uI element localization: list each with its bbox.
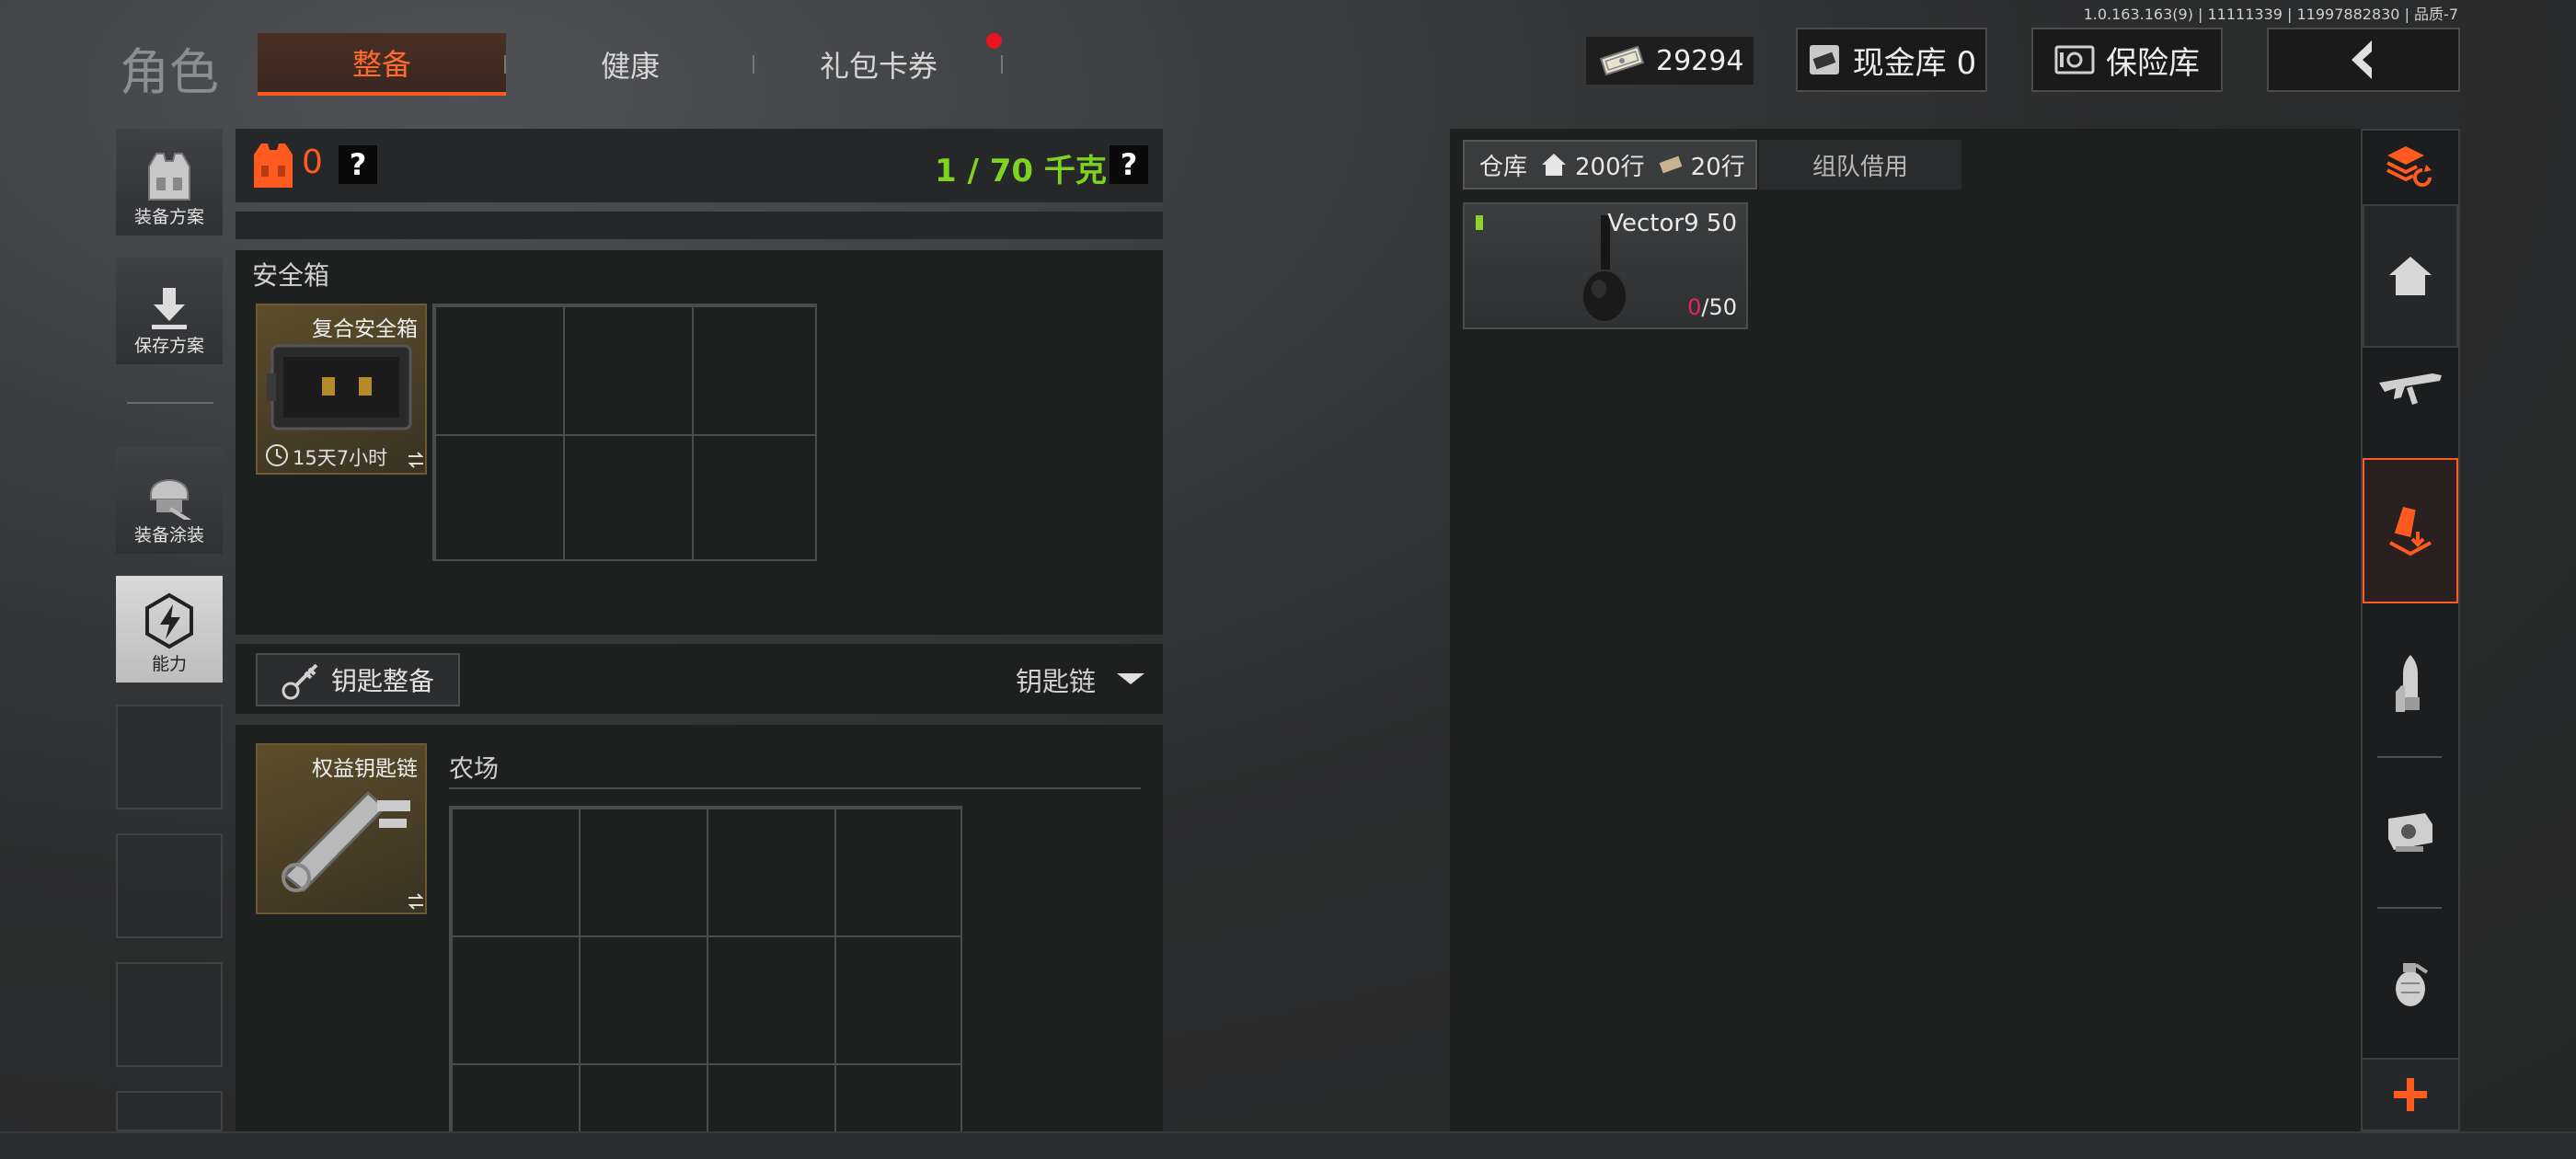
category-add-button[interactable] xyxy=(2363,1058,2458,1130)
ability-button[interactable]: 能力 xyxy=(116,576,223,683)
currency-display: 29294 xyxy=(1586,37,1754,85)
keychain-dropdown-label[interactable]: 钥匙链 xyxy=(1016,660,1096,699)
warehouse-tab[interactable]: 仓库 200行 20行 xyxy=(1463,140,1757,189)
page-title: 角色 xyxy=(120,43,219,101)
safe-box-item[interactable]: 复合安全箱 15天7小时 xyxy=(256,304,427,475)
currency-value: 29294 xyxy=(1656,44,1744,77)
bottom-bar xyxy=(0,1131,2576,1159)
keychain-item-name: 权益钥匙链 xyxy=(312,757,418,781)
weight-help-button[interactable]: ? xyxy=(1110,145,1148,184)
chevron-down-icon[interactable] xyxy=(1115,670,1146,688)
key-equip-label: 钥匙整备 xyxy=(331,666,435,696)
warehouse-item-name: Vector9 50 xyxy=(1607,210,1737,237)
key-equip-button[interactable]: 钥匙整备 xyxy=(256,653,460,706)
equip-skin-button[interactable]: 装备涂装 xyxy=(116,447,223,554)
sidebar-divider xyxy=(127,402,213,404)
scope-icon xyxy=(2388,813,2432,852)
gear-bar xyxy=(236,212,1163,239)
empty-sidebar-slot xyxy=(116,1091,223,1131)
ticket-icon xyxy=(1659,155,1683,174)
cash-icon xyxy=(1599,45,1645,76)
swap-icon xyxy=(408,452,424,468)
equip-plan-label: 装备方案 xyxy=(133,207,204,227)
cash-vault-label: 现金库 0 xyxy=(1852,44,1977,82)
grenade-icon xyxy=(2396,963,2429,1006)
equip-skin-label: 装备涂装 xyxy=(133,525,204,545)
weight-value: 1 / 70 千克 xyxy=(935,153,1107,189)
ammo-icon xyxy=(2396,655,2420,712)
save-plan-button[interactable]: 保存方案 xyxy=(116,258,223,364)
download-icon xyxy=(152,288,187,329)
tab-divider xyxy=(1001,55,1003,74)
key-area-divider xyxy=(449,787,1141,789)
rifle-icon xyxy=(2379,373,2442,405)
back-button[interactable] xyxy=(2267,28,2460,92)
keychain-icon xyxy=(282,790,410,893)
vest-icon xyxy=(254,143,293,188)
key-icon xyxy=(282,663,318,700)
warehouse-tab-label: 仓库 xyxy=(1479,153,1528,181)
ability-icon xyxy=(145,592,193,649)
safe-vault-label: 保险库 xyxy=(2106,44,2200,82)
ability-label: 能力 xyxy=(151,654,187,674)
magazine-icon xyxy=(2389,507,2432,557)
home-icon xyxy=(2389,257,2432,295)
item-count-current: 0 xyxy=(1687,294,1702,320)
key-grid[interactable] xyxy=(449,806,962,1131)
safe-icon xyxy=(2054,45,2095,75)
safe-box-item-name: 复合安全箱 xyxy=(312,317,418,341)
key-area-label: 农场 xyxy=(449,755,499,784)
save-plan-label: 保存方案 xyxy=(133,336,204,356)
safe-case-icon xyxy=(267,344,412,430)
back-arrow-icon xyxy=(2352,40,2372,79)
item-count-total: /50 xyxy=(1701,294,1737,320)
notification-dot xyxy=(986,33,1002,49)
keychain-item[interactable]: 权益钥匙链 xyxy=(256,743,427,914)
cash-vault-button[interactable]: 现金库 0 xyxy=(1796,28,1987,92)
equip-plan-button[interactable]: 装备方案 xyxy=(116,129,223,235)
safe-box-timer: 15天7小时 xyxy=(293,447,388,469)
category-rifle-button[interactable] xyxy=(2363,351,2458,425)
clock-icon xyxy=(266,444,288,466)
helmet-icon xyxy=(150,479,191,520)
category-magazine-button[interactable] xyxy=(2363,458,2458,603)
team-borrow-tab[interactable]: 组队借用 xyxy=(1759,140,1961,189)
warehouse-rows-ticket: 20行 xyxy=(1690,153,1745,181)
warehouse-item-count: 0/50 xyxy=(1687,294,1737,320)
gear-help-button[interactable]: ? xyxy=(339,145,377,184)
gear-count: 0 xyxy=(302,143,323,181)
swap-icon xyxy=(408,893,424,910)
item-tier-marker xyxy=(1476,215,1483,230)
version-text: 1.0.163.163(9) | 11111339 | 11997882830 … xyxy=(2083,6,2458,23)
empty-sidebar-slot xyxy=(116,705,223,809)
tab-health[interactable]: 健康 xyxy=(506,33,754,96)
tab-gift-cards[interactable]: 礼包卡券 xyxy=(754,33,1003,96)
category-divider xyxy=(2377,907,2442,909)
cash-vault-icon xyxy=(1809,45,1839,75)
stack-refresh-icon xyxy=(2386,146,2432,187)
home-icon xyxy=(1542,154,1567,176)
category-home-button[interactable] xyxy=(2363,204,2458,348)
safe-box-section-title: 安全箱 xyxy=(252,260,330,291)
safe-vault-button[interactable]: 保险库 xyxy=(2031,28,2223,92)
category-divider xyxy=(2377,756,2442,758)
category-refresh-button[interactable] xyxy=(2363,132,2458,201)
warehouse-item[interactable]: Vector9 50 0/50 xyxy=(1463,202,1748,329)
empty-sidebar-slot xyxy=(116,833,223,938)
vest-icon xyxy=(148,153,190,201)
safe-box-grid[interactable] xyxy=(432,304,817,561)
category-scope-button[interactable] xyxy=(2363,763,2458,901)
plus-icon xyxy=(2394,1078,2427,1111)
category-grenade-button[interactable] xyxy=(2363,914,2458,1050)
warehouse-rows-home: 200行 xyxy=(1575,153,1645,181)
empty-sidebar-slot xyxy=(116,962,223,1067)
category-ammo-button[interactable] xyxy=(2363,614,2458,752)
tab-equip[interactable]: 整备 xyxy=(258,33,506,96)
